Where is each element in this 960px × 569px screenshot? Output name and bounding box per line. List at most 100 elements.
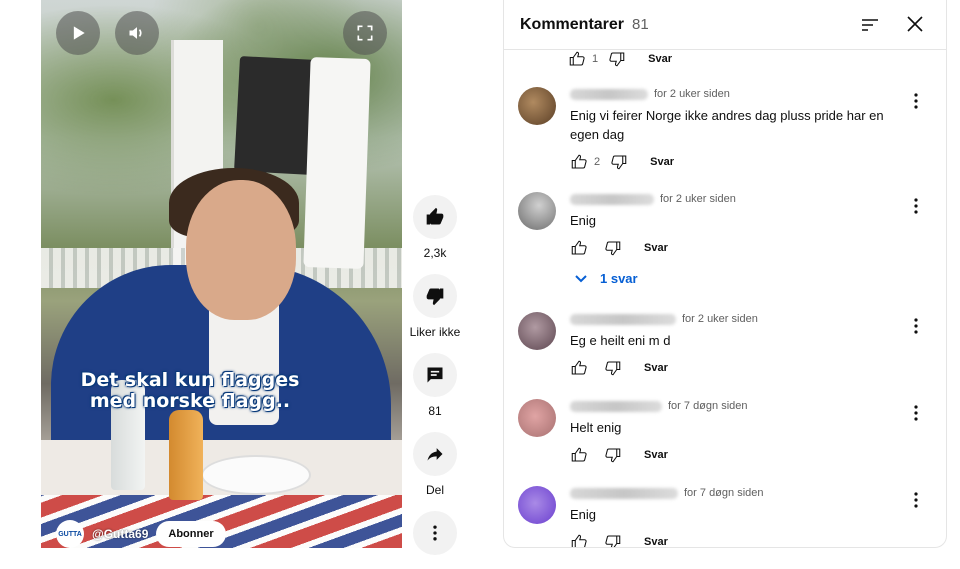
action-column: 2,3k Liker ikke 81 Del xyxy=(405,195,465,569)
dislike-button[interactable] xyxy=(413,274,457,318)
comment-menu-button[interactable] xyxy=(906,196,926,216)
comment-body: for 2 uker siden Enig vi feirer Norge ik… xyxy=(570,87,900,173)
like-button[interactable] xyxy=(413,195,457,239)
comments-button[interactable] xyxy=(413,353,457,397)
comments-header: Kommentarer 81 xyxy=(504,0,946,50)
caption-line-2: med norske flagg.. xyxy=(89,390,291,412)
like-comment-button[interactable] xyxy=(568,50,586,68)
avatar[interactable] xyxy=(518,192,556,230)
comment-text: Eg e heilt eni m d xyxy=(570,333,671,348)
like-count: 1 xyxy=(592,53,599,65)
thumbs-down-outline-icon xyxy=(605,361,621,376)
author-name-blurred[interactable] xyxy=(570,313,676,325)
reply-button[interactable]: Svar xyxy=(644,536,668,547)
more-vert-icon xyxy=(433,525,437,541)
thumbs-up-outline-icon xyxy=(571,360,587,375)
close-button[interactable] xyxy=(904,13,926,35)
comment-body: for 2 uker siden Eg e heilt eni m d Svar xyxy=(570,312,900,379)
comment-count: 81 xyxy=(428,404,442,418)
comment-time: for 7 døgn siden xyxy=(668,400,748,412)
share-icon xyxy=(427,448,443,461)
thumbs-down-outline-icon xyxy=(605,241,621,256)
close-icon xyxy=(907,16,923,32)
comment-menu-button[interactable] xyxy=(906,490,926,510)
dislike-comment-button[interactable] xyxy=(604,533,622,547)
comments-panel: Kommentarer 81 1 Svar for 2 uker siden E… xyxy=(503,0,947,548)
like-action: 2,3k xyxy=(405,195,465,260)
reply-button[interactable]: Svar xyxy=(650,156,674,168)
comment-meta: for 2 uker siden xyxy=(570,87,900,101)
comment-text: Helt enig xyxy=(570,420,622,435)
like-comment-button[interactable] xyxy=(570,359,588,377)
reply-button[interactable]: Svar xyxy=(644,449,668,461)
comment-time: for 2 uker siden xyxy=(660,193,736,205)
hanging-shirt xyxy=(303,57,371,269)
thumbs-down-outline-icon xyxy=(605,448,621,463)
comment-icon xyxy=(427,367,443,383)
reply-button[interactable]: Svar xyxy=(644,242,668,254)
like-comment-button[interactable] xyxy=(570,533,588,547)
more-vert-icon xyxy=(914,492,918,508)
more-vert-icon xyxy=(914,198,918,214)
more-vert-icon xyxy=(914,93,918,109)
comments-action: 81 xyxy=(405,353,465,418)
more-button[interactable] xyxy=(413,511,457,555)
comment-meta: for 2 uker siden xyxy=(570,312,900,326)
reply-button[interactable]: Svar xyxy=(648,53,672,65)
subscribe-button[interactable]: Abonner xyxy=(156,521,226,547)
channel-avatar[interactable]: GUTTA xyxy=(56,520,84,548)
avatar[interactable] xyxy=(518,399,556,437)
dislike-comment-button[interactable] xyxy=(604,359,622,377)
dislike-label: Liker ikke xyxy=(409,325,461,339)
author-name-blurred[interactable] xyxy=(570,400,662,412)
share-button[interactable] xyxy=(413,432,457,476)
avatar[interactable] xyxy=(518,486,556,524)
comment-menu-button[interactable] xyxy=(906,91,926,111)
fullscreen-button[interactable] xyxy=(343,11,387,55)
video-caption: Det skal kun flagges med norske flagg.. xyxy=(60,370,320,412)
view-replies-button[interactable]: 1 svar xyxy=(570,271,900,286)
comment-actions: 2 Svar xyxy=(570,151,900,173)
sort-icon xyxy=(862,19,878,31)
channel-bar: GUTTA @Gutta69 Abonner xyxy=(56,520,226,548)
comment-meta: for 7 døgn siden xyxy=(570,399,900,413)
thumbs-up-outline-icon xyxy=(571,240,587,255)
sort-button[interactable] xyxy=(859,14,881,36)
comment-menu-button[interactable] xyxy=(906,316,926,336)
share-action: Del xyxy=(405,432,465,497)
author-name-blurred[interactable] xyxy=(570,193,654,205)
play-button[interactable] xyxy=(56,11,100,55)
bottle-orange xyxy=(169,410,203,500)
share-label: Del xyxy=(425,483,444,497)
dislike-comment-button[interactable] xyxy=(604,239,622,257)
thumbs-down-icon xyxy=(426,288,444,306)
like-comment-button[interactable] xyxy=(570,239,588,257)
dislike-comment-button[interactable] xyxy=(608,50,626,68)
like-count: 2 xyxy=(594,156,601,168)
comment-body: for 2 uker siden Enig Svar 1 svar xyxy=(570,192,900,286)
video-player[interactable] xyxy=(41,0,402,548)
partial-comment-actions: 1 Svar xyxy=(568,50,672,68)
comment-actions: Svar xyxy=(570,357,900,379)
author-name-blurred[interactable] xyxy=(570,88,648,100)
dislike-comment-button[interactable] xyxy=(610,153,628,171)
dislike-comment-button[interactable] xyxy=(604,446,622,464)
like-comment-button[interactable] xyxy=(570,153,588,171)
comment-menu-button[interactable] xyxy=(906,403,926,423)
thumbs-up-icon xyxy=(426,207,444,225)
play-icon xyxy=(73,26,85,40)
channel-name[interactable]: @Gutta69 xyxy=(92,527,148,541)
comment-actions: Svar xyxy=(570,531,900,547)
volume-button[interactable] xyxy=(115,11,159,55)
author-name-blurred[interactable] xyxy=(570,487,678,499)
chevron-down-icon xyxy=(575,274,587,282)
like-count: 2,3k xyxy=(423,246,447,260)
reply-button[interactable]: Svar xyxy=(644,362,668,374)
like-comment-button[interactable] xyxy=(570,446,588,464)
comment-actions: Svar xyxy=(570,237,900,259)
more-vert-icon xyxy=(914,405,918,421)
comment-time: for 7 døgn siden xyxy=(684,487,764,499)
avatar[interactable] xyxy=(518,312,556,350)
avatar[interactable] xyxy=(518,87,556,125)
replies-count: 1 svar xyxy=(600,271,638,286)
